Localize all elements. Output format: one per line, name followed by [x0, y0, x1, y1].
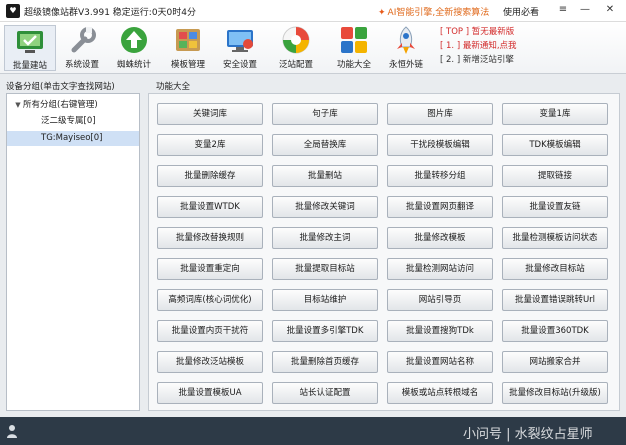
toolbar-security-settings-button[interactable]: 安全设置 [214, 25, 266, 71]
group-panel-title: 设备分组(单击文字查找网站) [6, 82, 115, 92]
menu-icon[interactable]: ≡ [556, 3, 570, 17]
fn-batch-set-redirect-button[interactable]: 批量设置重定向 [157, 258, 263, 280]
status-bar: 小问号 | 水裂纹占星师 [0, 417, 626, 445]
toolbar-permanent-links-button[interactable]: 永恒外链 [380, 25, 432, 71]
fn-batch-check-site-access-button[interactable]: 批量检测网站访问 [387, 258, 493, 280]
person-icon [7, 425, 17, 438]
functions-panel: 关键词库 句子库 图片库 变量1库 变量2库 全局替换库 干扰段模板编辑 TDK… [148, 93, 620, 411]
fn-batch-edit-main-words-button[interactable]: 批量修改主词 [272, 227, 378, 249]
fn-batch-delete-cache-button[interactable]: 批量删除缓存 [157, 165, 263, 187]
app-logo-icon: ♥ [6, 4, 20, 18]
fn-image-library-button[interactable]: 图片库 [387, 103, 493, 125]
toolbar-label: 安全设置 [222, 60, 257, 70]
fn-interference-template-edit-button[interactable]: 干扰段模板编辑 [387, 134, 493, 156]
fn-batch-delete-sites-button[interactable]: 批量删站 [272, 165, 378, 187]
tree-root[interactable]: ▼ 所有分组(右键管理) [13, 98, 98, 113]
fn-template-to-root-domain-button[interactable]: 模板或站点转根域名 [387, 382, 493, 404]
tree-item-group-2[interactable]: TG:Mayiseo[0] [7, 131, 139, 146]
fn-batch-set-inner-interference-button[interactable]: 批量设置内页干扰符 [157, 320, 263, 342]
window-title: 超级镜像站群V3.991 稳定运行:0天0时4分 [24, 8, 196, 18]
minimize-button[interactable]: — [578, 3, 592, 17]
toolbar-label: 功能大全 [336, 60, 371, 70]
fn-site-guide-page-button[interactable]: 网站引导页 [387, 289, 493, 311]
ai-notice-text: AI智能引擎,全新搜索算法 [387, 8, 490, 18]
fn-tdk-template-edit-button[interactable]: TDK模板编辑 [502, 134, 608, 156]
fn-batch-edit-replace-rules-button[interactable]: 批量修改替换规则 [157, 227, 263, 249]
fn-global-replace-library-button[interactable]: 全局替换库 [272, 134, 378, 156]
fn-sentence-library-button[interactable]: 句子库 [272, 103, 378, 125]
batch-build-icon [17, 31, 43, 53]
ai-flame-icon: ✦ [378, 8, 386, 18]
fn-batch-move-group-button[interactable]: 批量转移分组 [387, 165, 493, 187]
fn-batch-set-error-redirect-button[interactable]: 批量设置错误跳转Url [502, 289, 608, 311]
watermark-text: 小问号 | 水裂纹占星师 [463, 427, 593, 442]
tree-root-label: 所有分组(右键管理) [23, 100, 98, 110]
fn-batch-edit-keywords-button[interactable]: 批量修改关键词 [272, 196, 378, 218]
toolbar-label: 批量建站 [12, 61, 47, 71]
collapse-icon[interactable]: ▼ [13, 98, 23, 113]
news-item-2[interactable]: [ 2. ] 新增泛站引擎 [440, 53, 517, 67]
toolbar-label: 泛站配置 [278, 60, 313, 70]
toolbar-batch-build-button[interactable]: 批量建站 [4, 25, 56, 71]
ai-notice-link[interactable]: ✦ AI智能引擎,全新搜索算法 [378, 5, 489, 18]
monitor-security-icon [227, 30, 253, 52]
fn-batch-set-wtdk-button[interactable]: 批量设置WTDK [157, 196, 263, 218]
colorful-globe-icon [282, 26, 310, 54]
group-tree[interactable]: ▼ 所有分组(右键管理) 泛二级专属[0] TG:Mayiseo[0] [6, 93, 140, 411]
fn-batch-edit-target-pro-button[interactable]: 批量修改目标站(升级版) [502, 382, 608, 404]
fn-batch-edit-pan-template-button[interactable]: 批量修改泛站模板 [157, 351, 263, 373]
fn-batch-extract-target-button[interactable]: 批量提取目标站 [272, 258, 378, 280]
toolbar-label: 系统设置 [64, 60, 99, 70]
news-item-1[interactable]: [ 1. ] 最新通知,点我 [440, 39, 517, 53]
toolbar-system-settings-button[interactable]: 系统设置 [56, 25, 108, 71]
fn-batch-check-template-status-button[interactable]: 批量检测模板访问状态 [502, 227, 608, 249]
fn-target-site-maintain-button[interactable]: 目标站维护 [272, 289, 378, 311]
news-top[interactable]: [ TOP ] 暂无最新版 [440, 25, 517, 39]
toolbar-label: 模板管理 [170, 60, 205, 70]
fn-variable2-library-button[interactable]: 变量2库 [157, 134, 263, 156]
fn-batch-set-multi-engine-tdk-button[interactable]: 批量设置多引擎TDK [272, 320, 378, 342]
upload-arrow-icon [121, 27, 147, 53]
fn-webmaster-auth-config-button[interactable]: 站长认证配置 [272, 382, 378, 404]
fn-batch-delete-home-cache-button[interactable]: 批量删除首页缓存 [272, 351, 378, 373]
fn-batch-edit-target-button[interactable]: 批量修改目标站 [502, 258, 608, 280]
fn-batch-set-template-ua-button[interactable]: 批量设置模板UA [157, 382, 263, 404]
rocket-icon [397, 26, 415, 54]
toolbar-label: 永恒外链 [388, 60, 423, 70]
tree-item-label: TG:Mayiseo[0] [41, 133, 103, 143]
fn-batch-set-page-translate-button[interactable]: 批量设置网页翻译 [387, 196, 493, 218]
fn-site-migrate-merge-button[interactable]: 网站搬家合并 [502, 351, 608, 373]
fn-batch-set-friend-links-button[interactable]: 批量设置友链 [502, 196, 608, 218]
fn-variable1-library-button[interactable]: 变量1库 [502, 103, 608, 125]
tree-item-group-1[interactable]: 泛二级专属[0] [41, 114, 96, 129]
close-button[interactable]: ✕ [603, 3, 617, 17]
toolbar-label: 蜘蛛统计 [116, 60, 151, 70]
fn-extract-links-button[interactable]: 提取链接 [502, 165, 608, 187]
fn-high-frequency-words-button[interactable]: 高频词库(核心词优化) [157, 289, 263, 311]
tiles-icon [341, 27, 367, 53]
wrench-icon [71, 27, 96, 53]
fn-batch-edit-templates-button[interactable]: 批量修改模板 [387, 227, 493, 249]
title-bar: ♥ 超级镜像站群V3.991 稳定运行:0天0时4分 ✦ AI智能引擎,全新搜索算… [0, 0, 626, 22]
functions-panel-title: 功能大全 [156, 82, 191, 92]
help-link[interactable]: 使用必看 [503, 5, 539, 18]
fn-batch-set-360-tdk-button[interactable]: 批量设置360TDK [502, 320, 608, 342]
fn-batch-set-site-name-button[interactable]: 批量设置网站名称 [387, 351, 493, 373]
toolbar-pan-site-config-button[interactable]: 泛站配置 [270, 25, 322, 71]
toolbar-all-functions-button[interactable]: 功能大全 [328, 25, 380, 71]
toolbar-spider-stats-button[interactable]: 蜘蛛统计 [108, 25, 160, 71]
tree-item-label: 泛二级专属[0] [41, 116, 96, 126]
fn-batch-set-sogou-tdk-button[interactable]: 批量设置搜狗TDk [387, 320, 493, 342]
template-icon [176, 29, 200, 51]
news-list: [ TOP ] 暂无最新版 [ 1. ] 最新通知,点我 [ 2. ] 新增泛站… [440, 25, 517, 67]
main-toolbar: 批量建站 系统设置 蜘蛛统计 模板管理 安全设置 泛站配置 功能大全 永恒外链 … [0, 22, 626, 74]
toolbar-template-manage-button[interactable]: 模板管理 [162, 25, 214, 71]
fn-keyword-library-button[interactable]: 关键词库 [157, 103, 263, 125]
